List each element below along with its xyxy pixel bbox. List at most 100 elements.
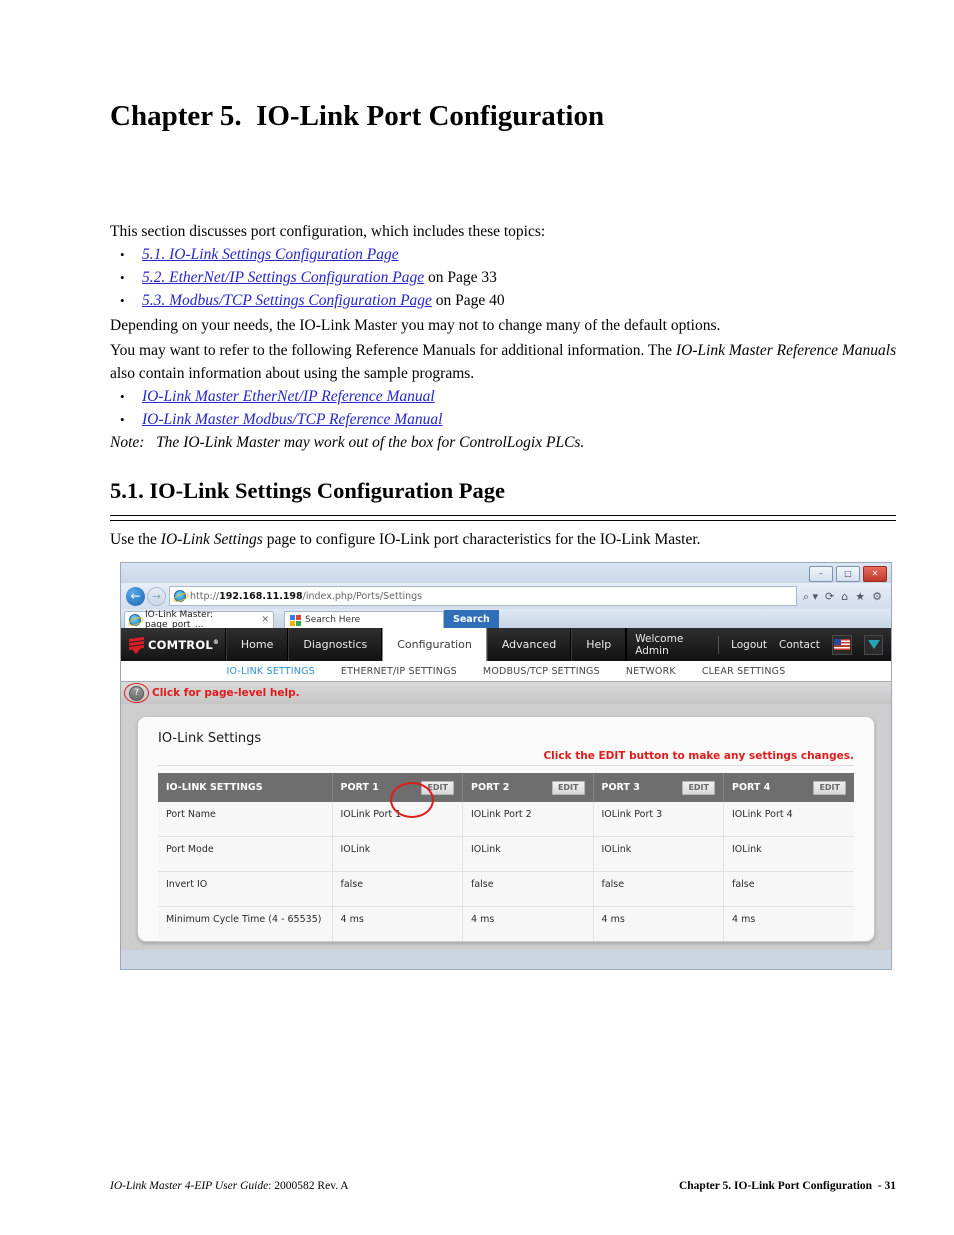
cell-min-cycle-1: 4 ms [332, 906, 463, 942]
footer-guide-title: IO-Link Master 4-EIP User Guide [110, 1180, 269, 1192]
search-placeholder: Search Here [305, 615, 361, 625]
cell-invert-io-2: false [462, 871, 594, 907]
minimize-icon[interactable]: – [809, 566, 833, 582]
footer-right: Chapter 5. IO-Link Port Configuration - … [678, 1180, 896, 1192]
maximize-icon[interactable]: □ [836, 566, 860, 582]
cell-port-mode-1: IOLink [332, 836, 463, 872]
manual-link-ethernetip[interactable]: IO-Link Master EtherNet/IP Reference Man… [142, 388, 435, 405]
tools-gear-icon[interactable]: ⚙ [872, 591, 882, 602]
favorites-icon[interactable]: ★ [855, 591, 865, 602]
footer-left: IO-Link Master 4-EIP User Guide: 2000582… [110, 1180, 349, 1192]
topic-suffix-52: on Page 33 [424, 269, 497, 286]
list-item: 5.2. EtherNet/IP Settings Configuration … [110, 266, 900, 289]
edit-button-port-4[interactable]: EDIT [813, 780, 846, 795]
subnav-item-ethernet-ip-settings[interactable]: ETHERNET/IP SETTINGS [341, 666, 457, 677]
topic-link-52[interactable]: 5.2. EtherNet/IP Settings Configuration … [142, 269, 424, 286]
section-divider [110, 515, 896, 521]
note-label: Note: [110, 434, 145, 451]
use-text-1: Use the [110, 531, 161, 548]
cell-port-name-2: IOLink Port 2 [462, 802, 594, 837]
table-header-row: IO-LINK SETTINGS PORT 1 EDIT PORT 2 EDIT P… [158, 773, 854, 802]
section-heading: 5.1. IO-Link Settings Configuration Page [110, 478, 506, 503]
table-row: Invert IO false false false false [158, 871, 854, 907]
table-header-port-2: PORT 2 EDIT [462, 773, 594, 802]
back-icon[interactable]: ← [126, 586, 145, 606]
io-link-settings-panel: IO-Link Settings Click the EDIT button t… [137, 716, 875, 942]
list-item: IO-Link Master EtherNet/IP Reference Man… [110, 385, 900, 408]
welcome-label: Welcome Admin [635, 632, 684, 657]
edit-button-port-3[interactable]: EDIT [682, 780, 715, 795]
note-block: Note: The IO-Link Master may work out of… [110, 431, 900, 454]
paragraph-refer: You may want to refer to the following R… [110, 339, 900, 385]
search-icon[interactable]: ⌕ ▾ [803, 591, 818, 602]
topics-list: 5.1. IO-Link Settings Configuration Page… [110, 243, 900, 312]
subnav-item-io-link-settings[interactable]: IO-LINK SETTINGS [227, 666, 315, 677]
refer-italic: IO-Link Master Reference Manuals [675, 342, 897, 359]
table-header-port-3: PORT 3 EDIT [593, 773, 724, 802]
document-page: Chapter 5. IO-Link Port Configuration Th… [0, 0, 954, 1235]
tab-title: IO-Link Master: page_port_... [145, 610, 214, 630]
browser-tabbar: IO-Link Master: page_port_... ✕ Search H… [121, 609, 891, 630]
forward-icon[interactable]: → [147, 586, 166, 606]
subnav-item-network[interactable]: NETWORK [626, 666, 676, 677]
table-row: Port Name IOLink Port 1 IOLink Port 2 IO… [158, 802, 854, 837]
page-help-bar: ? Click for page-level help. [121, 682, 891, 704]
nav-item-help[interactable]: Help [571, 628, 627, 661]
refresh-icon[interactable]: ⟳ [825, 591, 834, 602]
search-button[interactable]: Search [444, 610, 499, 628]
page-title: Chapter 5. IO-Link Port Configuration [110, 100, 605, 132]
subnav-item-clear-settings[interactable]: CLEAR SETTINGS [702, 666, 786, 677]
row-label-port-name: Port Name [158, 802, 333, 837]
cell-port-name-4: IOLink Port 4 [723, 802, 854, 837]
browser-tab[interactable]: IO-Link Master: page_port_... ✕ [124, 610, 274, 630]
cell-invert-io-1: false [332, 871, 463, 907]
comtrol-logo[interactable]: COMTROL® [121, 628, 226, 661]
use-text-2: page to configure IO-Link port character… [262, 531, 701, 548]
subnav-item-modbus-tcp-settings[interactable]: MODBUS/TCP SETTINGS [483, 666, 600, 677]
table-header-port-4: PORT 4 EDIT [723, 773, 854, 802]
url-host: 192.168.11.198 [219, 590, 303, 602]
app-sub-nav: IO-LINK SETTINGS ETHERNET/IP SETTINGS MO… [121, 661, 891, 682]
list-item: 5.3. Modbus/TCP Settings Configuration P… [110, 289, 900, 312]
cell-min-cycle-2: 4 ms [462, 906, 594, 942]
nav-item-diagnostics[interactable]: Diagnostics [288, 628, 383, 661]
manual-link-modbustcp[interactable]: IO-Link Master Modbus/TCP Reference Manu… [142, 411, 442, 428]
tab-close-icon[interactable]: ✕ [261, 615, 269, 625]
note-text: The IO-Link Master may work out of the b… [156, 434, 585, 451]
search-provider-icon [290, 614, 301, 626]
logout-link[interactable]: Logout [731, 639, 767, 651]
app-main-nav: COMTROL® Home Diagnostics Configuration … [121, 628, 891, 661]
list-item: 5.1. IO-Link Settings Configuration Page [110, 243, 900, 266]
nav-item-home[interactable]: Home [225, 628, 289, 661]
comtrol-mark-icon [129, 635, 144, 655]
row-label-port-mode: Port Mode [158, 836, 333, 872]
nav-item-advanced[interactable]: Advanced [486, 628, 572, 661]
manuals-list: IO-Link Master EtherNet/IP Reference Man… [110, 385, 900, 431]
app-content-area: IO-Link Settings Click the EDIT button t… [121, 704, 891, 950]
contact-link[interactable]: Contact [779, 639, 820, 651]
topic-suffix-53: on Page 40 [431, 292, 505, 309]
us-flag-icon[interactable] [831, 634, 853, 655]
paragraph-depending: Depending on your needs, the IO-Link Mas… [110, 317, 721, 334]
browser-toolbar-icons: ⌕ ▾ ⟳ ⌂ ★ ⚙ [800, 591, 887, 602]
intro-block: This section discusses port configuratio… [110, 218, 900, 454]
home-icon[interactable]: ⌂ [841, 591, 848, 602]
cell-invert-io-4: false [723, 871, 854, 907]
annotation-help-text: Click for page-level help. [152, 687, 300, 699]
close-icon[interactable]: ✕ [863, 566, 887, 582]
topic-link-51[interactable]: 5.1. IO-Link Settings Configuration Page [142, 246, 399, 263]
nav-item-configuration[interactable]: Configuration [382, 628, 487, 661]
footer-guide-rev: : 2000582 Rev. A [268, 1180, 349, 1192]
table-head: IO-LINK SETTINGS PORT 1 EDIT PORT 2 EDIT P… [158, 773, 854, 802]
table-row: Port Mode IOLink IOLink IOLink IOLink [158, 836, 854, 872]
address-bar[interactable]: http://192.168.11.198/index.php/Ports/Se… [169, 586, 797, 606]
edit-button-port-2[interactable]: EDIT [551, 780, 585, 795]
browser-screenshot-figure: – □ ✕ ← → http://192.168.11.198/index.ph… [120, 562, 892, 970]
chevron-down-icon[interactable] [864, 634, 884, 655]
url-path: /index.php/Ports/Settings [302, 590, 423, 602]
row-label-minimum-cycle-time: Minimum Cycle Time (4 - 65535) [158, 906, 333, 942]
url-text: http://192.168.11.198/index.php/Ports/Se… [190, 591, 422, 602]
table-header-settings: IO-LINK SETTINGS [158, 773, 333, 802]
topic-link-53[interactable]: 5.3. Modbus/TCP Settings Configuration P… [142, 292, 432, 309]
search-input[interactable]: Search Here [284, 611, 444, 628]
